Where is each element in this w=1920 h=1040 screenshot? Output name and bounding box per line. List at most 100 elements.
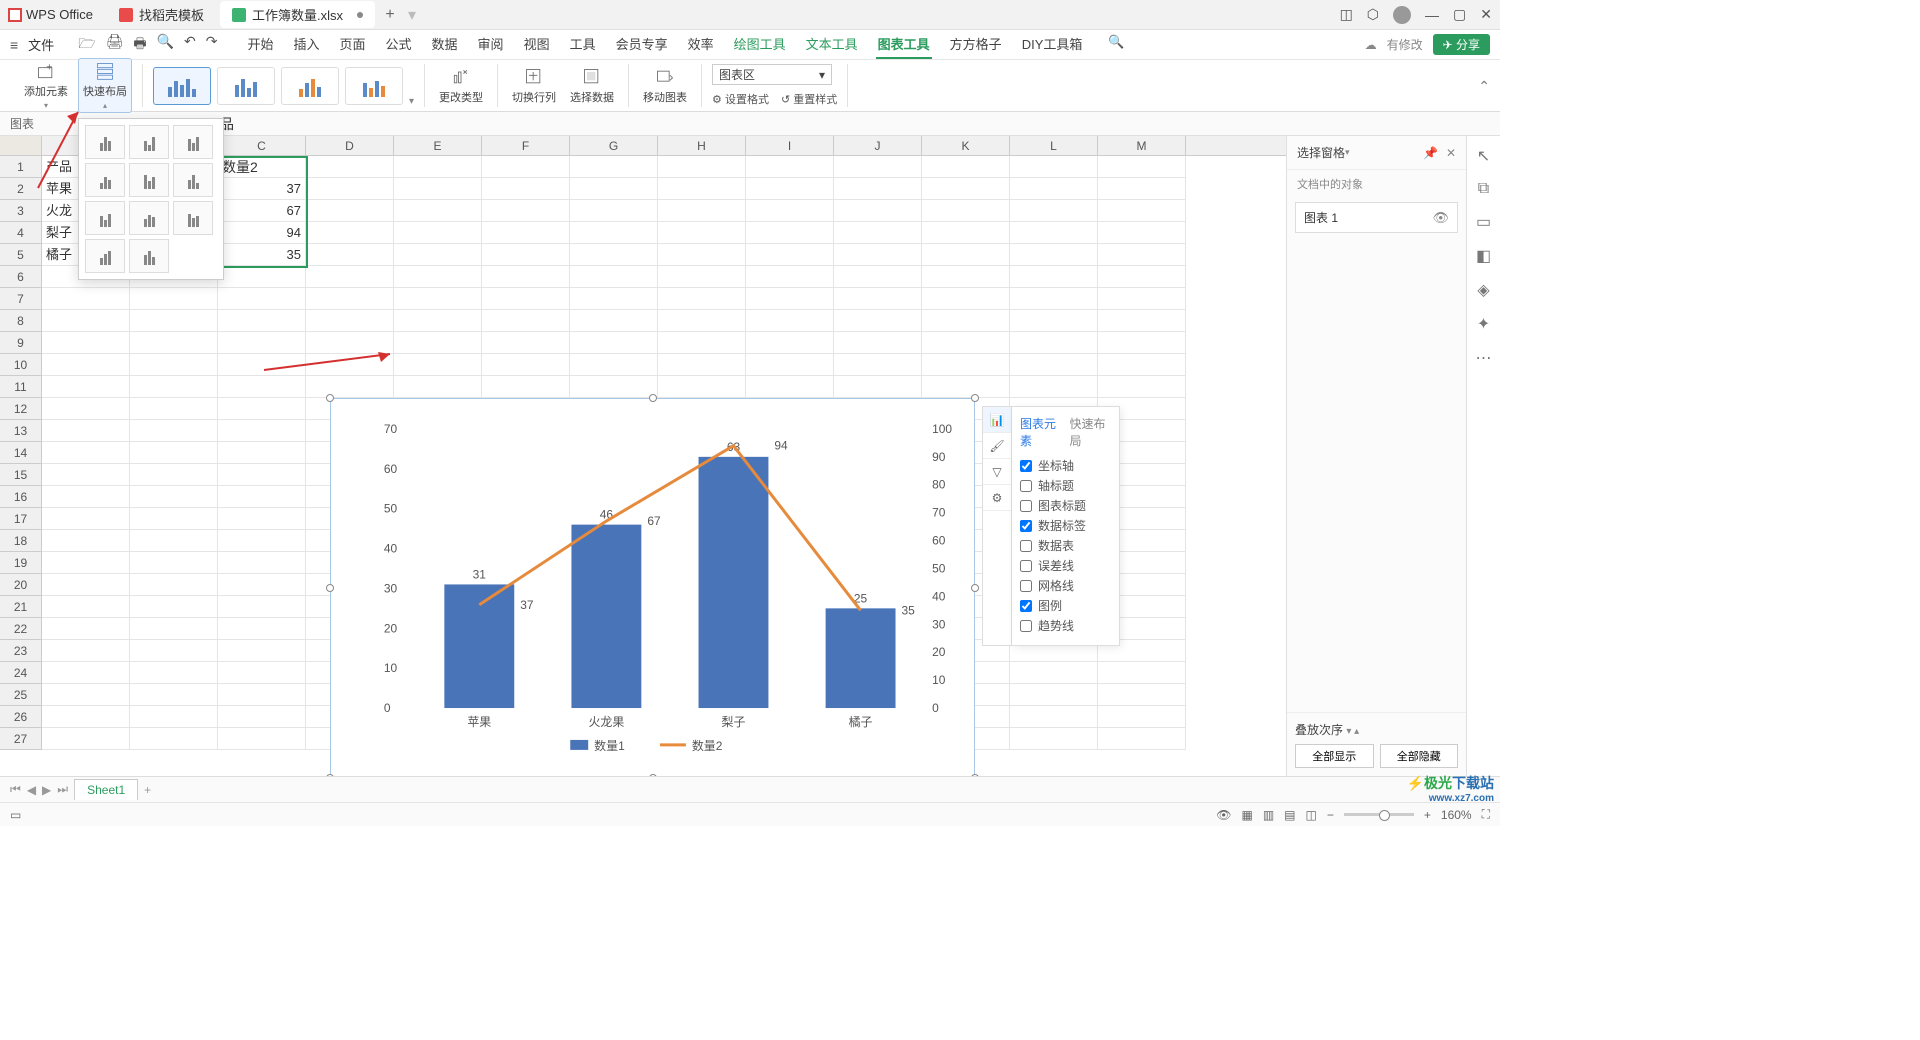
- tab-tools[interactable]: 工具: [568, 30, 598, 59]
- cell[interactable]: [130, 332, 218, 354]
- cell[interactable]: [658, 222, 746, 244]
- row-header[interactable]: 20: [0, 574, 42, 596]
- cell[interactable]: [922, 222, 1010, 244]
- chart-element-option[interactable]: 图例: [1020, 597, 1111, 614]
- panel-tab-quick[interactable]: 快速布局: [1070, 415, 1112, 449]
- cell[interactable]: [922, 156, 1010, 178]
- cell[interactable]: [922, 244, 1010, 266]
- cell[interactable]: [922, 332, 1010, 354]
- panel-tab-chart-icon[interactable]: 📊: [983, 407, 1011, 433]
- close-button[interactable]: ✕: [1480, 6, 1492, 23]
- resize-handle[interactable]: [649, 394, 657, 402]
- resize-handle[interactable]: [326, 584, 334, 592]
- pane-object-item[interactable]: 图表 1 👁: [1295, 202, 1458, 233]
- panel-tab-settings-icon[interactable]: ⚙: [983, 485, 1011, 511]
- col-header[interactable]: C: [218, 136, 306, 155]
- layout-thumb[interactable]: [85, 239, 125, 273]
- cell[interactable]: [394, 310, 482, 332]
- cell[interactable]: [394, 376, 482, 398]
- cell[interactable]: [218, 530, 306, 552]
- cube-icon[interactable]: ⬡: [1367, 6, 1379, 23]
- cell[interactable]: [1098, 178, 1186, 200]
- share-button[interactable]: ✈ 分享: [1433, 34, 1490, 55]
- sidetool-icon[interactable]: ◧: [1476, 246, 1491, 266]
- cell[interactable]: [1098, 684, 1186, 706]
- sidetool-icon[interactable]: ◈: [1477, 280, 1489, 300]
- row-header[interactable]: 11: [0, 376, 42, 398]
- cell[interactable]: [130, 530, 218, 552]
- view-icon[interactable]: 👁: [1216, 808, 1231, 822]
- cell[interactable]: [218, 310, 306, 332]
- chart-area-select[interactable]: 图表区▾: [712, 64, 832, 85]
- cell[interactable]: [218, 420, 306, 442]
- cell[interactable]: [1010, 332, 1098, 354]
- cell[interactable]: [306, 200, 394, 222]
- style-more-icon[interactable]: ▾: [409, 96, 414, 107]
- cell[interactable]: [1098, 332, 1186, 354]
- zoom-out-button[interactable]: −: [1327, 808, 1334, 822]
- cell[interactable]: [570, 288, 658, 310]
- cell[interactable]: [394, 266, 482, 288]
- row-header[interactable]: 14: [0, 442, 42, 464]
- cell[interactable]: [218, 288, 306, 310]
- tab-diy[interactable]: DIY工具箱: [1020, 30, 1085, 59]
- col-header[interactable]: M: [1098, 136, 1186, 155]
- cell[interactable]: [658, 244, 746, 266]
- row-header[interactable]: 19: [0, 552, 42, 574]
- cell[interactable]: [394, 200, 482, 222]
- cell[interactable]: [570, 178, 658, 200]
- cell[interactable]: [218, 508, 306, 530]
- row-header[interactable]: 10: [0, 354, 42, 376]
- cell[interactable]: 67: [218, 200, 306, 222]
- cell[interactable]: [130, 618, 218, 640]
- cell[interactable]: [42, 706, 130, 728]
- tab-home[interactable]: 开始: [245, 30, 275, 59]
- cell[interactable]: [218, 728, 306, 750]
- tab-efficiency[interactable]: 效率: [686, 30, 716, 59]
- file-menu[interactable]: 文件: [28, 35, 54, 54]
- cell[interactable]: [218, 662, 306, 684]
- cell[interactable]: [130, 354, 218, 376]
- cell[interactable]: [1010, 310, 1098, 332]
- cell[interactable]: [42, 596, 130, 618]
- switch-rowcol-button[interactable]: 切换行列: [508, 65, 560, 107]
- cell[interactable]: [130, 442, 218, 464]
- col-header[interactable]: J: [834, 136, 922, 155]
- doc-tab-templates[interactable]: 找稻壳模板: [107, 1, 216, 28]
- cell[interactable]: [746, 310, 834, 332]
- col-header[interactable]: D: [306, 136, 394, 155]
- tab-data[interactable]: 数据: [430, 30, 460, 59]
- cell[interactable]: [42, 728, 130, 750]
- cell[interactable]: [1098, 222, 1186, 244]
- cell[interactable]: [922, 266, 1010, 288]
- cell[interactable]: [746, 178, 834, 200]
- cell[interactable]: [218, 464, 306, 486]
- cell[interactable]: [218, 398, 306, 420]
- cell[interactable]: [834, 178, 922, 200]
- col-header[interactable]: G: [570, 136, 658, 155]
- reset-style-button[interactable]: ↺ 重置样式: [781, 91, 837, 107]
- hamburger-icon[interactable]: ≡: [10, 37, 18, 53]
- chart-element-option[interactable]: 误差线: [1020, 557, 1111, 574]
- cell[interactable]: [130, 706, 218, 728]
- cell[interactable]: [922, 310, 1010, 332]
- cell[interactable]: 35: [218, 244, 306, 266]
- cell[interactable]: [658, 288, 746, 310]
- tab-view[interactable]: 视图: [522, 30, 552, 59]
- row-header[interactable]: 16: [0, 486, 42, 508]
- layout-icon[interactable]: ▥: [1263, 808, 1274, 822]
- cell[interactable]: [306, 244, 394, 266]
- add-tab-button[interactable]: +: [379, 4, 401, 26]
- cell[interactable]: [130, 662, 218, 684]
- sidetool-icon[interactable]: ▭: [1476, 212, 1491, 232]
- move-chart-button[interactable]: 移动图表: [639, 65, 691, 107]
- chart-object[interactable]: 0102030405060700102030405060708090100 31…: [330, 398, 975, 776]
- chart-element-option[interactable]: 数据表: [1020, 537, 1111, 554]
- cell[interactable]: [834, 222, 922, 244]
- search-icon[interactable]: 🔍: [1106, 30, 1126, 59]
- cell[interactable]: [746, 332, 834, 354]
- preview-icon[interactable]: 🔍: [157, 33, 174, 57]
- cell[interactable]: [482, 376, 570, 398]
- cell[interactable]: [834, 156, 922, 178]
- cell[interactable]: [746, 376, 834, 398]
